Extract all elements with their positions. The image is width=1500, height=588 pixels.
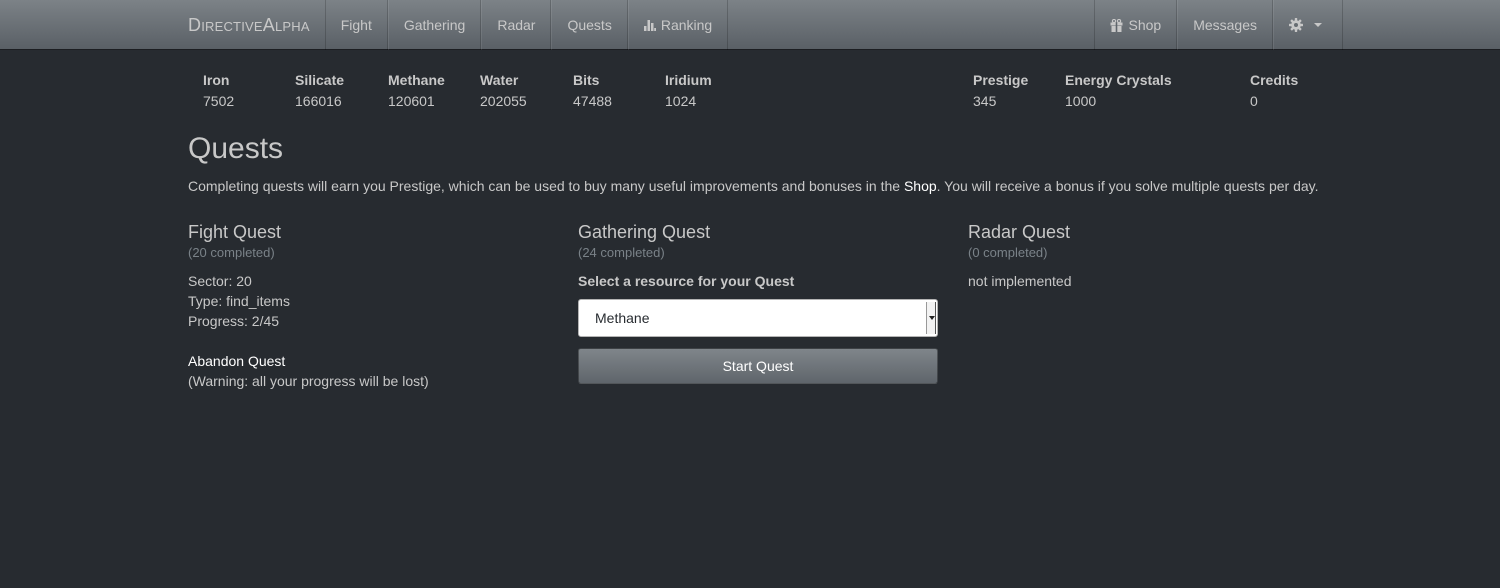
gathering-quest-panel: Gathering Quest (24 completed) Select a …: [578, 222, 938, 384]
resource-value: 0: [1250, 93, 1258, 109]
bar-chart-icon: [643, 20, 656, 31]
resource-value: 1024: [665, 93, 697, 109]
resource-select-label: Select a resource for your Quest: [578, 273, 795, 289]
description-text: Completing quests will earn you Prestige…: [188, 178, 904, 194]
nav-left: Fight Gathering Radar Quests Ranking: [324, 0, 729, 50]
resource-energy-crystals: Energy Crystals 1000: [1065, 72, 1172, 109]
dropdown-arrow-icon[interactable]: [926, 302, 936, 334]
navbar-inner: DirectiveAlpha Fight Gathering Radar Que…: [173, 0, 1343, 50]
nav-radar[interactable]: Radar: [481, 0, 552, 50]
nav-quests-label: Quests: [567, 17, 612, 33]
shop-link[interactable]: Shop: [904, 178, 937, 194]
fight-quest-completed: (20 completed): [188, 245, 275, 260]
fight-quest-panel: Fight Quest (20 completed) Sector: 20 Ty…: [188, 222, 548, 391]
resource-name: Energy Crystals: [1065, 72, 1172, 88]
start-quest-button[interactable]: Start Quest: [578, 348, 938, 384]
fight-quest-title: Fight Quest: [188, 222, 282, 242]
resource-name: Methane: [388, 72, 445, 88]
brand-logo[interactable]: DirectiveAlpha: [173, 0, 325, 50]
nav-gathering[interactable]: Gathering: [387, 0, 482, 50]
fight-quest-sector: Sector: 20: [188, 273, 252, 289]
top-navbar: DirectiveAlpha Fight Gathering Radar Que…: [0, 0, 1500, 50]
nav-messages-label: Messages: [1193, 17, 1257, 33]
nav-gathering-label: Gathering: [403, 17, 466, 33]
resource-silicate: Silicate 166016: [295, 72, 344, 109]
resource-value: 345: [973, 93, 997, 109]
description-text-end: . You will receive a bonus if you solve …: [936, 178, 1319, 194]
nav-radar-label: Radar: [497, 17, 536, 33]
resource-value: 1000: [1065, 93, 1097, 109]
resource-name: Credits: [1250, 72, 1299, 88]
nav-ranking-label: Ranking: [660, 17, 713, 33]
nav-fight-label: Fight: [340, 17, 372, 33]
nav-quests[interactable]: Quests: [551, 0, 628, 50]
resource-iron: Iron 7502: [203, 72, 234, 109]
resource-value: 202055: [480, 93, 527, 109]
resource-name: Prestige: [973, 72, 1029, 88]
fight-quest-type: Type: find_items: [188, 293, 290, 309]
resource-methane: Methane 120601: [388, 72, 445, 109]
gear-icon: [1289, 18, 1303, 32]
resource-prestige: Prestige 345: [973, 72, 1028, 109]
radar-quest-panel: Radar Quest (0 completed) not implemente…: [968, 222, 1328, 291]
abandon-section: Abandon Quest (Warning: all your progres…: [188, 351, 548, 391]
resource-name: Silicate: [295, 72, 345, 88]
settings-dropdown[interactable]: [1273, 0, 1343, 50]
resource-name: Iron: [203, 72, 230, 88]
abandon-warning: (Warning: all your progress will be lost…: [188, 373, 429, 389]
main-container: Iron 7502 Silicate 166016 Methane 120601…: [173, 50, 1343, 442]
resource-value: 120601: [388, 93, 435, 109]
resource-water: Water 202055: [480, 72, 527, 109]
resource-bar: Iron 7502 Silicate 166016 Methane 120601…: [188, 50, 1328, 126]
resource-name: Bits: [573, 72, 600, 88]
resource-name: Iridium: [665, 72, 712, 88]
resource-name: Water: [480, 72, 519, 88]
resource-select[interactable]: Methane: [578, 299, 938, 337]
resource-value: 47488: [573, 93, 612, 109]
gathering-quest-title: Gathering Quest: [578, 222, 711, 242]
nav-shop-label: Shop: [1128, 17, 1162, 33]
nav-shop[interactable]: Shop: [1094, 0, 1178, 50]
gift-icon: [1110, 18, 1123, 32]
nav-right: Shop Messages: [1094, 0, 1343, 50]
gathering-quest-completed: (24 completed): [578, 245, 665, 260]
fight-quest-progress: Progress: 2/45: [188, 313, 280, 329]
resource-bits: Bits 47488: [573, 72, 612, 109]
quest-columns: Fight Quest (20 completed) Sector: 20 Ty…: [188, 222, 1328, 442]
resource-iridium: Iridium 1024: [665, 72, 712, 109]
nav-ranking[interactable]: Ranking: [627, 0, 729, 50]
nav-fight[interactable]: Fight: [324, 0, 388, 50]
page-title: Quests: [188, 132, 284, 165]
radar-quest-title: Radar Quest: [968, 222, 1071, 242]
resource-credits: Credits 0: [1250, 72, 1298, 109]
radar-quest-status: not implemented: [968, 273, 1072, 289]
resource-value: 166016: [295, 93, 342, 109]
abandon-quest-link[interactable]: Abandon Quest: [188, 353, 285, 369]
nav-messages[interactable]: Messages: [1177, 0, 1273, 50]
page-description: Completing quests will earn you Prestige…: [188, 176, 1328, 196]
resource-select-value: Methane: [595, 310, 650, 326]
radar-quest-completed: (0 completed): [968, 245, 1048, 260]
resource-value: 7502: [203, 93, 235, 109]
fight-quest-info: Sector: 20 Type: find_items Progress: 2/…: [188, 271, 548, 331]
chevron-down-icon: [1314, 23, 1322, 27]
